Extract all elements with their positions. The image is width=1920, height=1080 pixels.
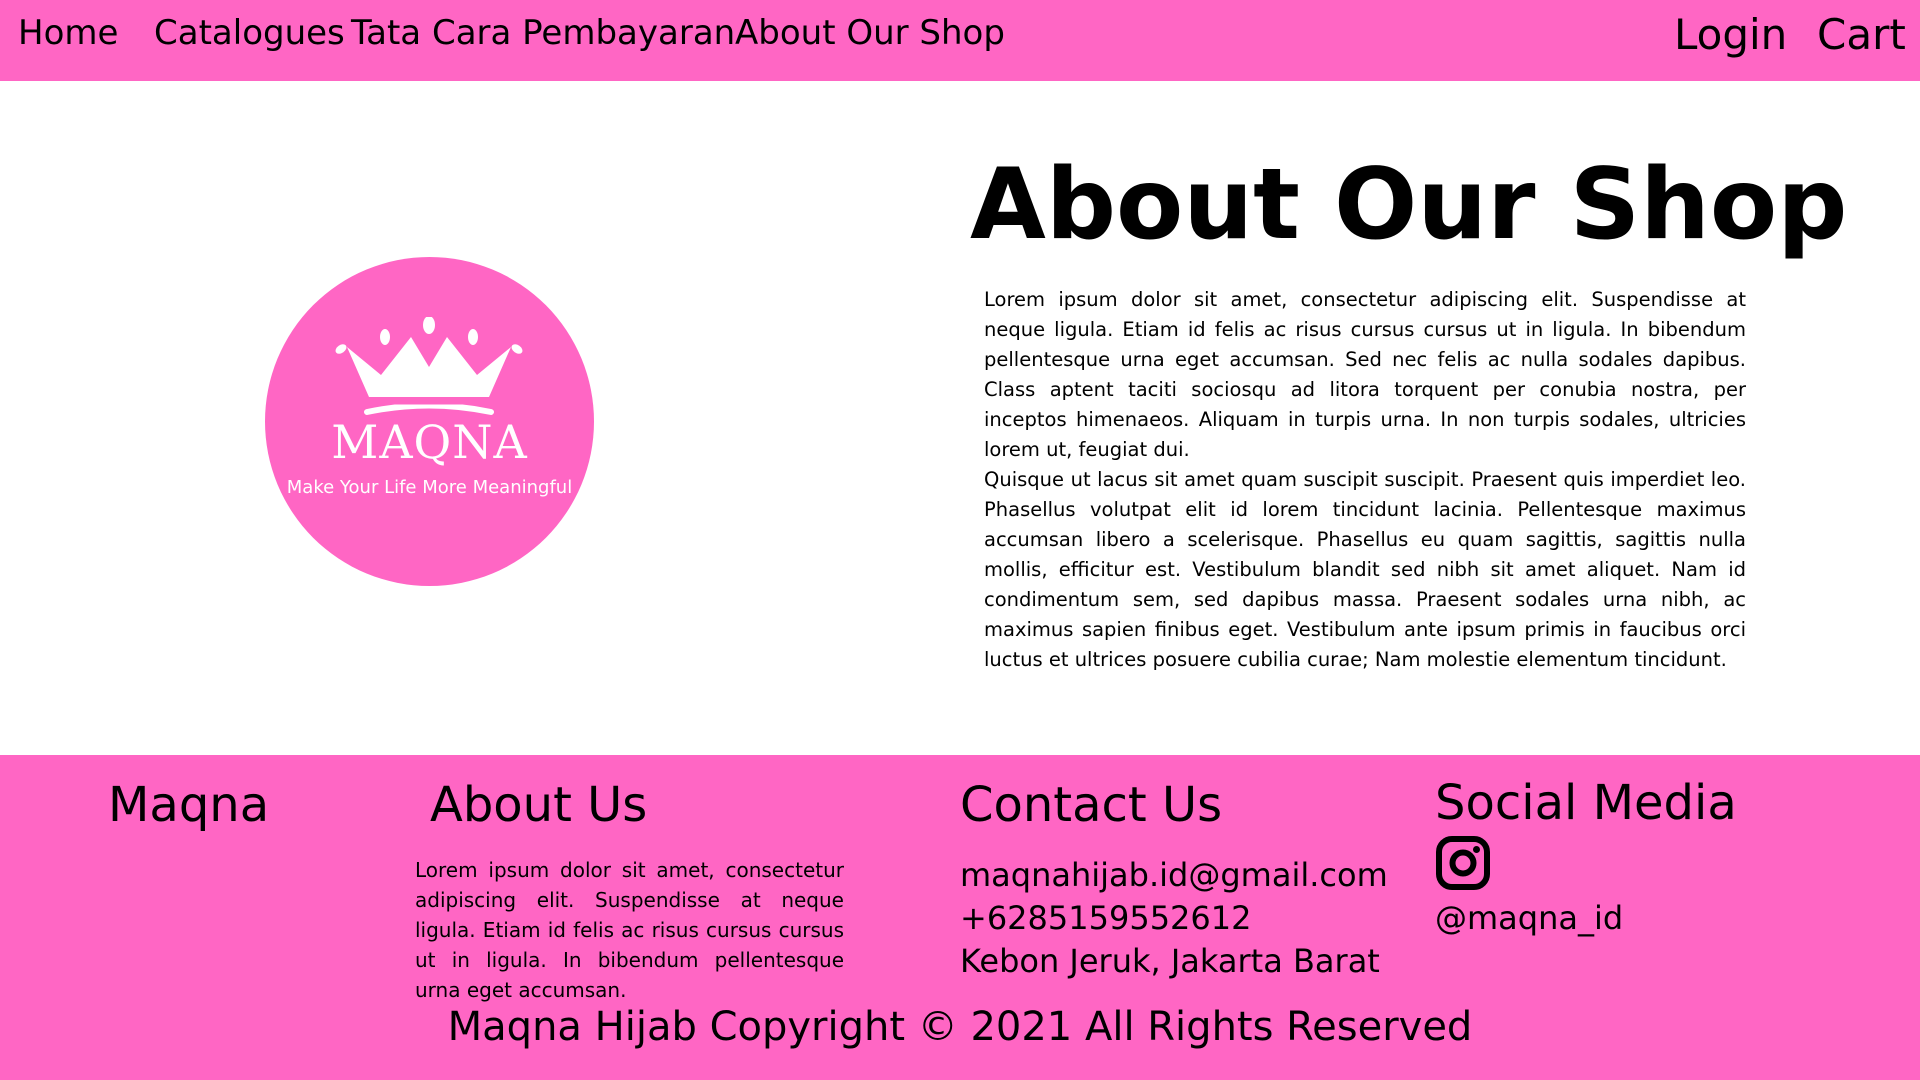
page-title: About Our Shop xyxy=(970,148,1848,262)
navbar: Home Catalogues Tata Cara Pembayaran Abo… xyxy=(0,0,1920,81)
contact-phone[interactable]: +6285159552612 xyxy=(960,898,1251,938)
instagram-handle-link[interactable]: @maqna_id xyxy=(1435,898,1623,938)
instagram-icon[interactable] xyxy=(1435,835,1491,891)
logo-name: MAQNA xyxy=(331,415,528,469)
nav-about-link[interactable]: About Our Shop xyxy=(735,12,1005,54)
crown-icon xyxy=(335,317,523,415)
nav-catalogues-link[interactable]: Catalogues xyxy=(154,12,345,54)
footer-about-heading: About Us xyxy=(430,777,648,833)
copyright-text: Maqna Hijab Copyright © 2021 All Rights … xyxy=(447,1004,1473,1050)
login-link[interactable]: Login xyxy=(1674,12,1787,58)
about-paragraph: Quisque ut lacus sit amet quam suscipit … xyxy=(984,468,1746,671)
footer-contact-heading: Contact Us xyxy=(960,777,1223,833)
shop-logo: MAQNA Make Your Life More Meaningful xyxy=(265,257,594,586)
cart-link[interactable]: Cart xyxy=(1817,12,1906,58)
footer-brand: Maqna xyxy=(108,777,270,833)
nav-home-link[interactable]: Home xyxy=(18,12,118,54)
footer-social-heading: Social Media xyxy=(1435,775,1737,831)
nav-payment-guide-link[interactable]: Tata Cara Pembayaran xyxy=(351,12,735,54)
footer-about-text: Lorem ipsum dolor sit amet, consectetur … xyxy=(415,858,844,1002)
about-description: Lorem ipsum dolor sit amet, consectetur … xyxy=(984,285,1746,675)
contact-email[interactable]: maqnahijab.id@gmail.com xyxy=(960,855,1388,895)
about-paragraph: Lorem ipsum dolor sit amet, consectetur … xyxy=(984,288,1746,461)
logo-tagline: Make Your Life More Meaningful xyxy=(286,477,573,498)
footer: Maqna About Us Lorem ipsum dolor sit ame… xyxy=(0,755,1920,1080)
contact-address: Kebon Jeruk, Jakarta Barat xyxy=(960,942,1380,980)
